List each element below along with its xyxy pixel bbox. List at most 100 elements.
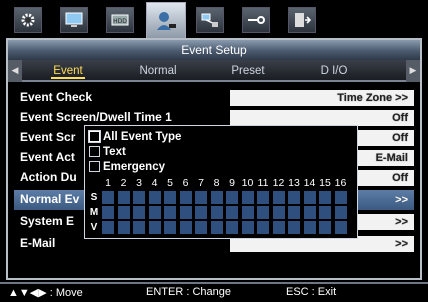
- schedule-grid[interactable]: SMV: [89, 190, 353, 236]
- schedule-cell[interactable]: [209, 220, 224, 235]
- row-value[interactable]: Off: [230, 110, 414, 126]
- checkbox[interactable]: [89, 161, 100, 172]
- schedule-cell[interactable]: [101, 205, 115, 220]
- schedule-cell[interactable]: [101, 190, 115, 205]
- grid-row-label: V: [89, 220, 99, 235]
- hour-label: 12: [272, 177, 285, 189]
- option-label: Emergency: [103, 160, 166, 173]
- hint-exit: ESC : Exit: [286, 286, 337, 298]
- hour-label: 5: [167, 177, 173, 189]
- hour-label: 2: [120, 177, 127, 189]
- schedule-cell[interactable]: [318, 205, 332, 220]
- row-label: Event Act: [20, 150, 75, 164]
- tab-dio[interactable]: D I/O: [304, 60, 364, 82]
- schedule-cell[interactable]: [209, 205, 224, 220]
- option-all-event-type[interactable]: All Event Type: [88, 129, 182, 144]
- schedule-cell[interactable]: [163, 220, 177, 235]
- schedule-cell[interactable]: [132, 205, 146, 220]
- schedule-cell[interactable]: [240, 190, 255, 205]
- schedule-cell[interactable]: [178, 205, 193, 220]
- schedule-cell[interactable]: [194, 220, 208, 235]
- hour-label: 9: [229, 177, 235, 189]
- schedule-cell[interactable]: [225, 220, 239, 235]
- schedule-cell[interactable]: [132, 190, 146, 205]
- hour-label: 16: [334, 177, 347, 189]
- event-type-popup: All Event Type Text Emergency 1234567891…: [84, 125, 358, 239]
- hour-label: 1: [105, 177, 111, 189]
- schedule-cell[interactable]: [116, 190, 131, 205]
- tab-preset[interactable]: Preset: [218, 60, 278, 82]
- tab-event[interactable]: Event: [38, 60, 98, 82]
- row-label: Event Scr: [20, 130, 76, 144]
- schedule-cell[interactable]: [116, 205, 131, 220]
- schedule-cell[interactable]: [271, 190, 286, 205]
- schedule-cell[interactable]: [240, 220, 255, 235]
- hour-label: 11: [257, 177, 269, 189]
- option-label: All Event Type: [103, 130, 182, 143]
- option-text[interactable]: Text: [89, 144, 126, 159]
- checkbox[interactable]: [89, 146, 100, 157]
- schedule-cell[interactable]: [287, 205, 301, 220]
- schedule-cell[interactable]: [101, 220, 115, 235]
- hour-label: 14: [303, 177, 316, 189]
- tab-bar: ◀ Event Normal Preset D I/O ▶: [8, 60, 420, 82]
- schedule-cell[interactable]: [256, 205, 270, 220]
- schedule-cell[interactable]: [287, 220, 301, 235]
- schedule-cell[interactable]: [178, 190, 193, 205]
- hour-label: 15: [319, 177, 331, 189]
- schedule-cell[interactable]: [163, 205, 177, 220]
- schedule-cell[interactable]: [302, 190, 317, 205]
- status-bar: ▲▼◀▶ : Move ENTER : Change ESC : Exit: [0, 282, 428, 302]
- tab-next-button[interactable]: ▶: [406, 60, 420, 82]
- row-label: Action Du: [20, 170, 77, 184]
- hdd-icon[interactable]: HDD: [106, 7, 134, 33]
- row-label: System E: [20, 214, 75, 228]
- schedule-cell[interactable]: [225, 205, 239, 220]
- hint-move: ▲▼◀▶ : Move: [8, 287, 83, 299]
- gear-icon[interactable]: [14, 7, 42, 33]
- schedule-cell[interactable]: [256, 190, 270, 205]
- schedule-cell[interactable]: [147, 190, 162, 205]
- row-label: Event Screen/Dwell Time 1: [20, 110, 172, 124]
- schedule-cell[interactable]: [132, 220, 146, 235]
- schedule-cell[interactable]: [147, 205, 162, 220]
- schedule-cell[interactable]: [318, 220, 332, 235]
- option-emergency[interactable]: Emergency: [89, 159, 165, 174]
- schedule-cell[interactable]: [194, 190, 208, 205]
- exit-icon[interactable]: [288, 7, 316, 33]
- schedule-cell[interactable]: [194, 205, 208, 220]
- schedule-cell[interactable]: [116, 220, 131, 235]
- schedule-cell[interactable]: [333, 205, 348, 220]
- schedule-cell[interactable]: [302, 220, 317, 235]
- schedule-cell[interactable]: [271, 205, 286, 220]
- camera-event-icon[interactable]: [146, 2, 186, 38]
- tab-normal[interactable]: Normal: [128, 60, 188, 82]
- schedule-cell[interactable]: [225, 190, 239, 205]
- schedule-cell[interactable]: [163, 190, 177, 205]
- monitor-icon[interactable]: [60, 7, 88, 33]
- schedule-cell[interactable]: [240, 205, 255, 220]
- schedule-cell[interactable]: [271, 220, 286, 235]
- device-settings-icon[interactable]: [242, 7, 270, 33]
- schedule-cell[interactable]: [178, 220, 193, 235]
- hour-label: 4: [151, 177, 158, 189]
- schedule-cell[interactable]: [287, 190, 301, 205]
- schedule-cell[interactable]: [256, 220, 270, 235]
- network-icon[interactable]: [196, 7, 224, 33]
- row-value[interactable]: Time Zone >>: [230, 90, 414, 106]
- schedule-cell[interactable]: [147, 220, 162, 235]
- row-label: Normal Ev: [20, 192, 80, 206]
- hour-label: 8: [213, 177, 220, 189]
- schedule-cell[interactable]: [333, 190, 348, 205]
- tab-prev-button[interactable]: ◀: [8, 60, 22, 82]
- schedule-cell[interactable]: [318, 190, 332, 205]
- schedule-cell[interactable]: [209, 190, 224, 205]
- schedule-cell[interactable]: [333, 220, 348, 235]
- schedule-cell[interactable]: [302, 205, 317, 220]
- hour-label: 3: [136, 177, 142, 189]
- hour-header: 1 2 3 4 5 6 7 8 9 10 11 12 13 14 15 16: [89, 176, 353, 190]
- checkbox[interactable]: [88, 130, 101, 143]
- hint-change: ENTER : Change: [146, 286, 231, 298]
- row-event-check[interactable]: Event Check Time Zone >>: [14, 88, 414, 108]
- hour-label: 10: [241, 177, 254, 189]
